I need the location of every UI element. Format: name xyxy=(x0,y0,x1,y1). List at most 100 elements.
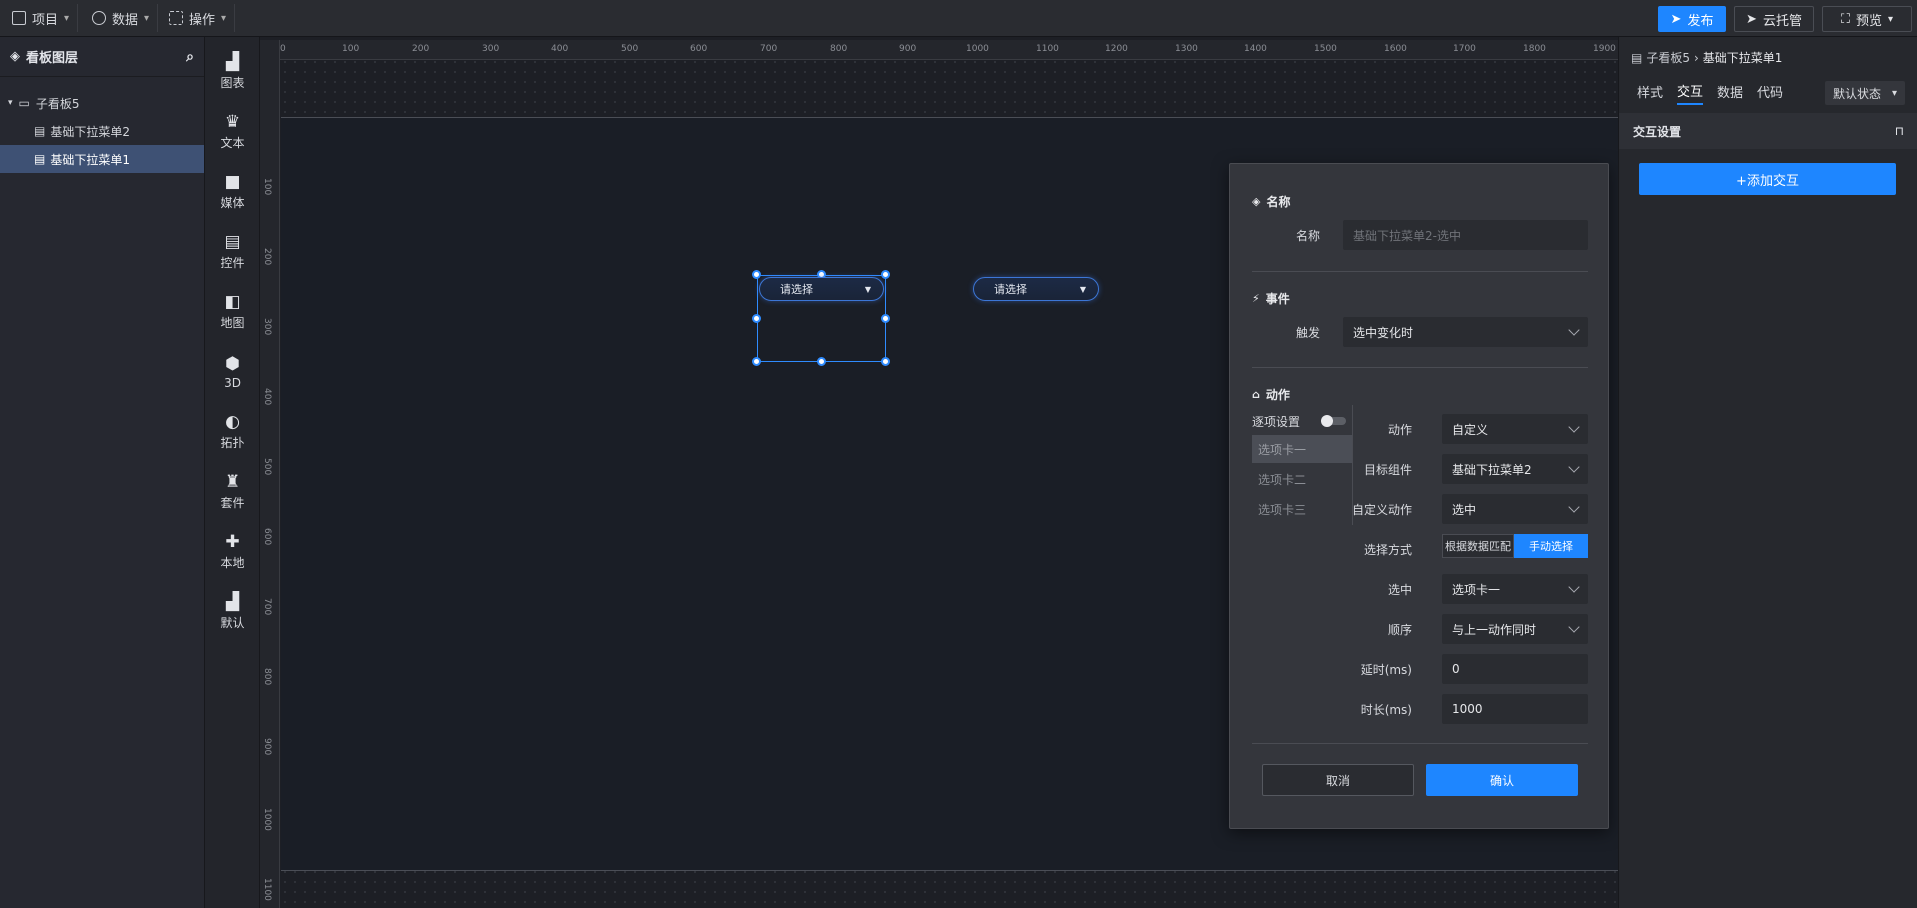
custom-action-select[interactable]: 选中 xyxy=(1442,494,1588,524)
component-icon: ▤ xyxy=(34,152,46,166)
resize-handle[interactable] xyxy=(752,270,761,279)
resize-handle[interactable] xyxy=(881,270,890,279)
properties-panel: ▤ 子看板5 › 基础下拉菜单1 样式 交互 数据 代码 默认状态 ▾ 交互设置… xyxy=(1618,37,1917,908)
tool-3d[interactable]: ⬢ 3D xyxy=(205,347,260,397)
name-input[interactable]: 基础下拉菜单2-选中 xyxy=(1343,220,1588,250)
diamond-icon: ◈ xyxy=(1252,195,1261,208)
tree-item-selected[interactable]: ▤ 基础下拉菜单1 xyxy=(0,145,204,173)
chevron-down-icon: ▾ xyxy=(1888,13,1894,25)
camera-icon: ■ xyxy=(224,172,241,192)
add-interaction-button[interactable]: +添加交互 xyxy=(1639,163,1896,195)
mode-data-match[interactable]: 根据数据匹配 xyxy=(1442,534,1514,558)
tab-style[interactable]: 样式 xyxy=(1637,77,1663,105)
tab-data[interactable]: 数据 xyxy=(1717,77,1743,105)
chevron-down-icon xyxy=(1568,501,1580,513)
tool-local[interactable]: ✚ 本地 xyxy=(205,527,260,577)
map-icon: ◧ xyxy=(224,292,241,312)
resize-handle[interactable] xyxy=(881,357,890,366)
tree-root[interactable]: ▾ ▭ 子看板5 xyxy=(0,89,204,117)
chevron-down-icon: ▾ xyxy=(144,12,150,24)
resize-handle[interactable] xyxy=(752,357,761,366)
tool-map[interactable]: ◧ 地图 xyxy=(205,287,260,337)
dropdown-menu-2[interactable]: 请选择 ▼ xyxy=(973,277,1099,301)
puzzle-icon: ✚ xyxy=(225,532,240,552)
menu-operation[interactable]: 操作 ▾ xyxy=(161,4,236,32)
tool-default[interactable]: ▟ 默认 xyxy=(205,587,260,637)
tool-control[interactable]: ▤ 控件 xyxy=(205,227,260,277)
tool-chart[interactable]: ▟ 图表 xyxy=(205,47,260,97)
per-item-toggle[interactable] xyxy=(1321,415,1346,427)
chevron-down-icon xyxy=(1568,461,1580,473)
cloud-host-button[interactable]: ➤ 云托管 xyxy=(1734,6,1814,32)
ruler-left: 100 200 300 400 500 600 700 800 900 1000… xyxy=(260,40,280,908)
name-section-title: ◈ 名称 xyxy=(1252,195,1291,209)
action-tab-3[interactable]: 选项卡三 xyxy=(1252,495,1352,523)
lightning-icon: ⚡ xyxy=(1252,292,1260,305)
action-select[interactable]: 自定义 xyxy=(1442,414,1588,444)
chevron-down-icon: ▾ xyxy=(221,12,227,24)
selected-option-select[interactable]: 选项卡一 xyxy=(1442,574,1588,604)
caret-down-icon: ▼ xyxy=(864,284,871,294)
target-component-select[interactable]: 基础下拉菜单2 xyxy=(1442,454,1588,484)
chevron-down-icon xyxy=(1568,581,1580,593)
resize-handle[interactable] xyxy=(752,314,761,323)
duration-input[interactable]: 1000 xyxy=(1442,694,1588,724)
control-icon: ▤ xyxy=(224,232,241,252)
action-tab-2[interactable]: 选项卡二 xyxy=(1252,465,1352,493)
state-select[interactable]: 默认状态 ▾ xyxy=(1825,81,1905,105)
caret-down-icon: ▼ xyxy=(1079,284,1086,294)
topology-icon: ◐ xyxy=(225,412,240,432)
bar-chart-icon: ▟ xyxy=(225,592,240,612)
chevron-right-icon: › xyxy=(1693,50,1699,65)
tool-kit[interactable]: ♜ 套件 xyxy=(205,467,260,517)
resize-handle[interactable] xyxy=(817,357,826,366)
tool-text[interactable]: ♛ 文本 xyxy=(205,107,260,157)
shirt-icon: ♜ xyxy=(224,472,241,492)
tool-media[interactable]: ■ 媒体 xyxy=(205,167,260,217)
resize-handle[interactable] xyxy=(881,314,890,323)
menu-data[interactable]: 数据 ▾ xyxy=(84,4,159,32)
toggle-knob xyxy=(1321,415,1333,427)
chevron-down-icon xyxy=(1568,324,1580,336)
layer-panel: ◈ 看板图层 ⌕ ▾ ▭ 子看板5 ▤ 基础下拉菜单2 ▤ 基础下拉菜单1 xyxy=(0,37,205,908)
component-toolbar: ▟ 图表 ♛ 文本 ■ 媒体 ▤ 控件 ◧ 地图 ⬢ 3D ◐ 拓扑 ♜ 套件 ✚ 本地 ▟ 默认 xyxy=(205,37,260,908)
breadcrumb: ▤ 子看板5 › 基础下拉菜单1 xyxy=(1631,50,1783,66)
tab-interaction[interactable]: 交互 xyxy=(1677,77,1704,105)
divider xyxy=(1252,367,1588,368)
menu-project[interactable]: 项目 ▾ xyxy=(4,4,79,32)
order-select[interactable]: 与上一动作同时 xyxy=(1442,614,1588,644)
chevron-down-icon: ▾ xyxy=(64,12,70,24)
tree-item[interactable]: ▤ 基础下拉菜单2 xyxy=(0,117,204,145)
caret-down-icon: ▾ xyxy=(8,98,13,108)
event-section-title: ⚡ 事件 xyxy=(1252,292,1290,306)
monitor-icon: ▭ xyxy=(18,96,30,110)
component-icon: ▤ xyxy=(34,124,46,138)
interaction-dialog: ◈ 名称 名称 基础下拉菜单2-选中 ⚡ 事件 触发 选中变化时 ⌂ 动作 逐项… xyxy=(1229,163,1609,829)
confirm-button[interactable]: 确认 xyxy=(1426,764,1578,796)
action-icon: ⌂ xyxy=(1252,388,1260,401)
publish-button[interactable]: ➤ 发布 xyxy=(1658,6,1726,32)
dropdown-menu-1[interactable]: 请选择 ▼ xyxy=(759,277,884,301)
trigger-select[interactable]: 选中变化时 xyxy=(1343,317,1588,347)
action-tab-1[interactable]: 选项卡一 xyxy=(1252,435,1352,463)
crown-icon: ♛ xyxy=(224,112,241,132)
lock-icon[interactable]: ⊓ xyxy=(1895,124,1904,138)
chevron-down-icon xyxy=(1568,621,1580,633)
tool-topology[interactable]: ◐ 拓扑 xyxy=(205,407,260,457)
tab-code[interactable]: 代码 xyxy=(1757,77,1783,105)
preview-button[interactable]: ⛶ 预览 ▾ xyxy=(1822,6,1912,32)
layers-icon: ◈ xyxy=(10,49,20,64)
fullscreen-icon: ⛶ xyxy=(1840,11,1851,27)
top-bar: 项目 ▾ 数据 ▾ 操作 ▾ ➤ 发布 ➤ 云托管 ⛶ 预览 ▾ xyxy=(0,0,1917,37)
divider xyxy=(1252,271,1588,272)
mode-manual-select[interactable]: 手动选择 xyxy=(1514,534,1588,558)
file-icon xyxy=(12,11,26,25)
bar-chart-icon: ▟ xyxy=(225,52,240,72)
cancel-button[interactable]: 取消 xyxy=(1262,764,1414,796)
database-icon xyxy=(92,11,106,25)
chevron-down-icon: ▾ xyxy=(1891,87,1897,99)
delay-input[interactable]: 0 xyxy=(1442,654,1588,684)
search-icon[interactable]: ⌕ xyxy=(186,49,194,65)
layer-panel-header: ◈ 看板图层 ⌕ xyxy=(0,37,204,77)
interaction-settings-header: 交互设置 ⊓ xyxy=(1619,113,1917,149)
